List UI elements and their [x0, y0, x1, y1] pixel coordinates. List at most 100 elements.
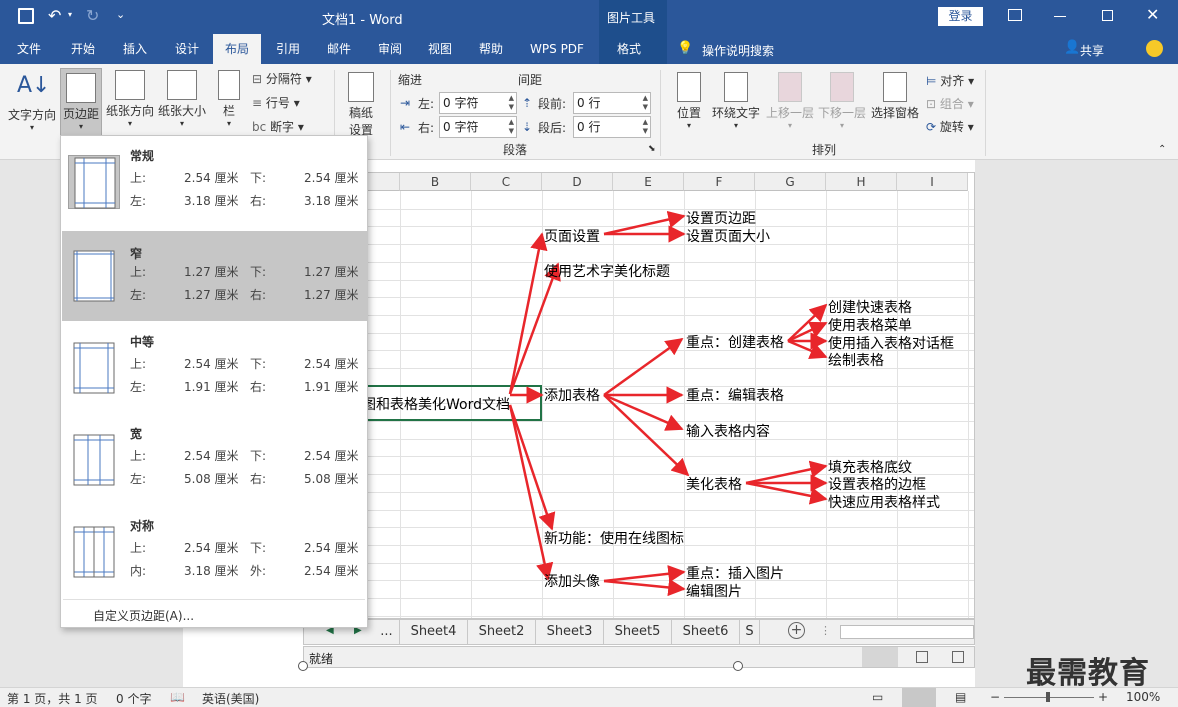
- margins-button[interactable]: 页边距 ▾: [60, 68, 102, 138]
- user-icon: 👤: [1064, 40, 1081, 55]
- page-count[interactable]: 第 1 页，共 1 页: [7, 690, 98, 707]
- horizontal-scrollbar[interactable]: [840, 625, 974, 639]
- tab-home[interactable]: 开始: [62, 34, 104, 64]
- tab-references[interactable]: 引用: [267, 34, 309, 64]
- group-button[interactable]: ⊡ 组合 ▾: [926, 95, 974, 112]
- smiley-icon[interactable]: [1146, 40, 1163, 57]
- columns-button[interactable]: 栏 ▾: [212, 70, 246, 128]
- breaks-button[interactable]: ⊟ 分隔符 ▾: [252, 70, 312, 87]
- text-direction-button[interactable]: A↓ 文字方向 ▾: [6, 70, 58, 132]
- tab-review[interactable]: 审阅: [369, 34, 411, 64]
- margin-option-label: 左:: [130, 194, 147, 208]
- undo-dropdown-icon[interactable]: ▾: [68, 10, 72, 19]
- resize-handle[interactable]: [733, 661, 743, 671]
- tab-file[interactable]: 文件: [8, 34, 50, 64]
- line-numbers-button[interactable]: ≡ 行号 ▾: [252, 94, 300, 111]
- word-count[interactable]: 0 个字: [116, 690, 151, 707]
- tab-design[interactable]: 设计: [166, 34, 208, 64]
- margin-option-item[interactable]: 中等 上: 2.54 厘米 下: 2.54 厘米 左: 1.91 厘米 右: 1.91 厘米: [62, 323, 367, 413]
- undo-icon[interactable]: ↶: [48, 6, 61, 25]
- save-icon[interactable]: [18, 8, 34, 24]
- ready-status: 就绪: [309, 652, 334, 666]
- spacing-title: 间距: [518, 73, 543, 87]
- picture-tools-label: 图片工具: [607, 11, 656, 25]
- redo-icon[interactable]: ↻: [86, 6, 99, 25]
- wrap-text-button[interactable]: 环绕文字 ▾: [710, 72, 762, 130]
- mindmap-node-wordart: 使用艺术字美化标题: [544, 264, 670, 280]
- language-indicator[interactable]: 英语(美国): [202, 690, 259, 707]
- bring-forward-button[interactable]: 上移一层 ▾: [764, 72, 816, 130]
- zoom-in-icon[interactable]: +: [1098, 690, 1108, 704]
- customize-qat-icon[interactable]: ⌄: [116, 8, 125, 21]
- position-button[interactable]: 位置 ▾: [672, 72, 706, 130]
- margin-option-value: 3.18 厘米: [184, 194, 239, 208]
- mindmap-arrow: [603, 578, 686, 597]
- sheet-tab-sheet6[interactable]: Sheet6: [672, 620, 740, 644]
- scroll-handle-icon[interactable]: ⋮: [820, 624, 831, 637]
- resize-handle[interactable]: [298, 661, 308, 671]
- read-mode-icon[interactable]: ▭: [872, 690, 883, 704]
- sheet-tab-sheet5[interactable]: Sheet5: [604, 620, 672, 644]
- page-break-view-icon[interactable]: [952, 651, 964, 663]
- embedded-worksheet[interactable]: B C D E F G H I 图和表格美化Word文档 页面设置 设置页边距 …: [303, 172, 975, 619]
- proofing-icon[interactable]: 📖: [170, 690, 185, 704]
- indent-left-input[interactable]: 0 字符 ▲ ▼: [439, 92, 517, 114]
- print-layout-icon[interactable]: [902, 688, 936, 707]
- size-button[interactable]: 纸张大小 ▾: [156, 70, 208, 128]
- selection-pane-button[interactable]: 选择窗格: [869, 72, 921, 121]
- close-icon[interactable]: ✕: [1146, 5, 1159, 24]
- zoom-level[interactable]: 100%: [1126, 690, 1160, 704]
- indent-right-input[interactable]: 0 字符 ▲ ▼: [439, 116, 517, 138]
- sheet-tab-sheet3[interactable]: Sheet3: [536, 620, 604, 644]
- margin-option-value: 3.18 厘米: [184, 564, 239, 578]
- web-layout-icon[interactable]: ▤: [955, 690, 966, 704]
- tab-view[interactable]: 视图: [419, 34, 461, 64]
- chevron-down-icon: ▾: [733, 121, 738, 130]
- margin-option-item[interactable]: 宽上: 2.54 厘米 下: 2.54 厘米 左: 5.08 厘米 右: 5.08 厘米: [62, 415, 367, 505]
- spacing-after-input[interactable]: 0 行 ▲ ▼: [573, 116, 651, 138]
- zoom-out-icon[interactable]: −: [990, 690, 1000, 704]
- send-backward-button[interactable]: 下移一层 ▾: [816, 72, 868, 130]
- group-icon: ⊡: [926, 97, 937, 111]
- spacing-before-input[interactable]: 0 行 ▲ ▼: [573, 92, 651, 114]
- spinner-arrows[interactable]: ▲ ▼: [643, 94, 648, 112]
- margin-option-item[interactable]: 常规 上: 2.54 厘米 下: 2.54 厘米 左: 3.18 厘米 右: 3.18 厘米: [62, 137, 367, 227]
- zoom-slider-thumb[interactable]: [1046, 692, 1050, 702]
- tab-format[interactable]: 格式: [605, 34, 653, 64]
- chevron-down-icon: ▾: [29, 123, 34, 132]
- rotate-button[interactable]: ⟳ 旋转 ▾: [926, 118, 974, 135]
- margin-option-label: 右:: [250, 194, 267, 208]
- sheet-tab-partial[interactable]: S: [740, 620, 760, 644]
- margin-option-label: 上:: [130, 171, 147, 185]
- spinner-arrows[interactable]: ▲ ▼: [509, 94, 514, 112]
- share-button[interactable]: 共享: [1080, 42, 1104, 59]
- tab-mailings[interactable]: 邮件: [318, 34, 360, 64]
- tab-insert[interactable]: 插入: [114, 34, 156, 64]
- margin-option-item[interactable]: 窄上: 1.27 厘米 下: 1.27 厘米 左: 1.27 厘米 右: 1.27 厘米: [62, 231, 367, 321]
- tell-me-search[interactable]: 操作说明搜索: [702, 42, 774, 59]
- add-sheet-icon[interactable]: +: [788, 622, 805, 639]
- normal-view-icon[interactable]: [862, 647, 898, 667]
- spinner-arrows[interactable]: ▲ ▼: [643, 118, 648, 136]
- tab-help[interactable]: 帮助: [470, 34, 512, 64]
- orientation-button[interactable]: 纸张方向 ▾: [104, 70, 156, 128]
- tab-wps-pdf[interactable]: WPS PDF: [524, 34, 590, 64]
- draft-settings-button[interactable]: 稿纸 设置: [342, 72, 380, 138]
- sheet-tab-sheet4[interactable]: Sheet4: [400, 620, 468, 644]
- spinner-arrows[interactable]: ▲ ▼: [509, 118, 514, 136]
- margin-option-item[interactable]: 对称 上: 2.54 厘米 下: 2.54 厘米 内: 3.18 厘米 外: 2.54 厘米: [62, 507, 367, 597]
- align-button[interactable]: ⊨ 对齐 ▾: [926, 72, 974, 89]
- page-layout-view-icon[interactable]: [916, 651, 928, 663]
- tab-layout[interactable]: 布局: [213, 34, 261, 64]
- minimize-icon[interactable]: [1054, 16, 1066, 17]
- custom-margins-item[interactable]: 自定义页边距(A)...: [93, 607, 194, 624]
- indent-left-label: 左:: [418, 97, 435, 111]
- sheet-tab-more[interactable]: ...: [374, 620, 400, 644]
- ribbon-display-icon[interactable]: [1008, 9, 1022, 21]
- sheet-tab-sheet2[interactable]: Sheet2: [468, 620, 536, 644]
- collapse-ribbon-icon[interactable]: ⌃: [1158, 144, 1166, 155]
- hyphenation-button[interactable]: bc 断字 ▾: [252, 118, 304, 135]
- maximize-icon[interactable]: [1102, 10, 1113, 21]
- dialog-launcher-icon[interactable]: ⬊: [648, 144, 656, 154]
- login-button[interactable]: 登录: [938, 7, 983, 26]
